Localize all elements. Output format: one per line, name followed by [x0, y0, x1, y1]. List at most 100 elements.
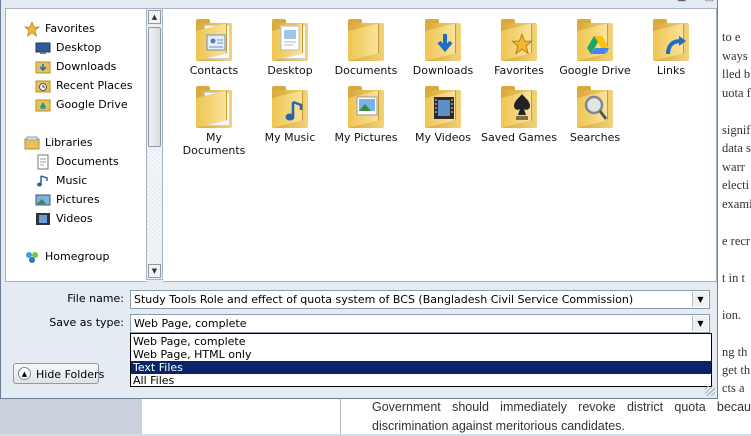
recent-places-icon	[35, 80, 51, 93]
file-item-desktop[interactable]: Desktop	[252, 19, 328, 77]
file-item-favorites[interactable]: Favorites	[481, 19, 557, 77]
bg-fragment: e recr	[722, 234, 751, 248]
my-music-folder-icon	[268, 86, 312, 130]
file-name-value: Study Tools Role and effect of quota sys…	[134, 293, 634, 306]
contacts-folder-icon	[192, 19, 236, 63]
file-item-searches[interactable]: Searches	[557, 86, 633, 144]
resize-grip-icon[interactable]	[705, 386, 715, 396]
bg-fragment: lled b	[722, 67, 751, 81]
background-text-fragments: to e ways lled b uota f signif data s wa…	[722, 0, 751, 396]
background-paragraph: Government should immediately revoke dis…	[372, 398, 751, 436]
bg-line: discrimination against meritorious candi…	[372, 419, 625, 433]
file-name: My Music	[264, 131, 316, 144]
file-name: Searches	[569, 131, 621, 144]
dropdown-option[interactable]: Web Page, complete	[131, 335, 711, 348]
nav-label: Documents	[56, 155, 119, 168]
bg-fragment: electi	[722, 178, 750, 192]
documents-icon	[37, 154, 49, 170]
file-name-label: File name:	[67, 292, 124, 305]
file-name: Favorites	[494, 64, 544, 77]
google-drive-folder-icon	[573, 19, 617, 63]
bg-fragment: cts a	[722, 381, 745, 395]
bg-fragment: signif	[722, 123, 751, 137]
desktop-icon	[35, 42, 51, 54]
file-item-my-music[interactable]: My Music	[252, 86, 328, 144]
file-item-links[interactable]: Links	[633, 19, 709, 77]
file-list-pane: Contacts Desktop Documents Downloads Fav…	[163, 8, 717, 282]
favorites-folder-icon	[497, 19, 541, 63]
save-as-type-dropdown-list: Web Page, complete Web Page, HTML only T…	[130, 333, 712, 387]
my-pictures-folder-icon	[344, 86, 388, 130]
file-name: Downloads	[412, 64, 474, 77]
file-name: My Videos	[414, 131, 472, 144]
file-item-my-videos[interactable]: My Videos	[405, 86, 481, 144]
save-as-dialog: ▬▭ Favorites Desktop Downloads Recent Pl…	[0, 0, 718, 399]
libraries-icon	[24, 136, 40, 150]
navigation-pane: Favorites Desktop Downloads Recent Place…	[5, 8, 147, 282]
bg-fragment: t in t	[722, 271, 745, 285]
file-item-my-documents[interactable]: My Documents	[176, 86, 252, 157]
file-item-saved-games[interactable]: Saved Games	[481, 86, 557, 144]
scroll-down-arrow-icon[interactable]: ▼	[148, 264, 161, 278]
pictures-icon	[35, 194, 51, 206]
dropdown-option-selected[interactable]: Text Files	[131, 361, 711, 374]
my-documents-folder-icon	[192, 86, 236, 130]
nav-scrollbar[interactable]: ▲ ▼	[146, 8, 163, 280]
nav-label: Google Drive	[56, 98, 128, 111]
bg-fragment: warr	[722, 160, 745, 174]
saved-games-folder-icon	[497, 86, 541, 130]
nav-label: Libraries	[45, 136, 93, 149]
file-item-downloads[interactable]: Downloads	[405, 19, 481, 77]
searches-folder-icon	[573, 86, 617, 130]
homegroup-icon	[26, 252, 38, 263]
google-drive-icon	[35, 99, 51, 112]
save-as-type-label: Save as type:	[49, 316, 124, 329]
nav-label: Homegroup	[45, 250, 110, 263]
file-name: My Pictures	[334, 131, 398, 144]
background-sidebar-strip	[0, 396, 142, 434]
file-item-documents[interactable]: Documents	[328, 19, 404, 77]
downloads-folder-icon	[35, 61, 51, 74]
save-as-type-select[interactable]: Web Page, complete ▼	[130, 314, 710, 333]
nav-label: Videos	[56, 212, 93, 225]
file-name: Contacts	[189, 64, 239, 77]
downloads-folder-icon	[421, 19, 465, 63]
scroll-track[interactable]	[148, 149, 161, 263]
chevron-down-icon[interactable]: ▼	[692, 316, 708, 331]
file-item-my-pictures[interactable]: My Pictures	[328, 86, 404, 144]
nav-label: Favorites	[45, 22, 95, 35]
dropdown-option[interactable]: Web Page, HTML only	[131, 348, 711, 361]
documents-folder-icon	[344, 19, 388, 63]
scroll-up-arrow-icon[interactable]: ▲	[148, 10, 161, 24]
dropdown-option[interactable]: All Files	[131, 374, 711, 387]
nav-label: Music	[56, 174, 88, 187]
save-as-type-value: Web Page, complete	[134, 317, 247, 330]
videos-icon	[36, 213, 50, 225]
nav-label: Pictures	[56, 193, 100, 206]
links-folder-icon	[649, 19, 693, 63]
file-name: Links	[656, 64, 686, 77]
my-videos-folder-icon	[421, 86, 465, 130]
music-icon	[37, 175, 48, 187]
star-icon	[24, 21, 40, 37]
bg-fragment: uota f	[722, 86, 751, 100]
file-item-contacts[interactable]: Contacts	[176, 19, 252, 77]
hide-folders-button[interactable]: ▲ Hide Folders	[13, 363, 104, 384]
nav-label: Recent Places	[56, 79, 133, 92]
nav-label: Desktop	[56, 41, 102, 54]
bg-fragment: data s	[722, 141, 751, 155]
nav-label: Downloads	[56, 60, 117, 73]
file-name: Google Drive	[559, 64, 631, 77]
bg-fragment: to e	[722, 30, 741, 44]
bg-fragment: ng th	[722, 345, 748, 359]
chevron-down-icon[interactable]: ▼	[692, 292, 708, 307]
file-name: My Documents	[182, 131, 246, 157]
bg-fragment: ways	[722, 49, 748, 63]
title-bar-buttons[interactable]: ▬▭	[677, 0, 714, 5]
file-name-input[interactable]: Study Tools Role and effect of quota sys…	[130, 290, 710, 309]
bg-fragment: ion.	[722, 308, 742, 322]
file-item-google-drive[interactable]: Google Drive	[557, 19, 633, 77]
scroll-thumb[interactable]	[148, 27, 161, 147]
bg-fragment: get th	[722, 363, 751, 377]
background-divider	[340, 396, 341, 434]
